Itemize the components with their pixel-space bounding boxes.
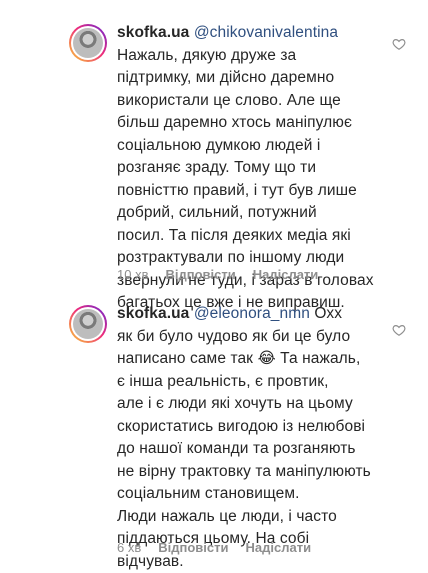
like-heart-icon[interactable] xyxy=(392,323,406,337)
reply-button[interactable]: Відповісти xyxy=(158,540,228,555)
comment-meta: 10 хв Відповісти Надіслати xyxy=(117,267,318,282)
avatar[interactable] xyxy=(69,305,107,343)
avatar-image xyxy=(73,309,103,339)
send-button[interactable]: Надіслати xyxy=(246,540,312,555)
avatar[interactable] xyxy=(69,24,107,62)
comment-text: як би було чудово як би це було написано… xyxy=(117,326,389,573)
send-button[interactable]: Надіслати xyxy=(253,267,319,282)
comment-time: 10 хв xyxy=(117,267,148,282)
like-heart-icon[interactable] xyxy=(392,37,406,51)
reply-button[interactable]: Відповісти xyxy=(165,267,235,282)
comment-body: skofka.ua @eleonora_nmn Охх як би було ч… xyxy=(117,303,389,573)
comment-time: 6 хв xyxy=(117,540,141,555)
comment-username[interactable]: skofka.ua xyxy=(117,24,189,41)
comment-mention[interactable]: @eleonora_nmn xyxy=(194,305,310,322)
comment-meta: 6 хв Відповісти Надіслати xyxy=(117,540,311,555)
comment-username[interactable]: skofka.ua xyxy=(117,305,189,322)
comment-mention[interactable]: @chikovanivalentina xyxy=(194,24,338,41)
avatar-image xyxy=(73,28,103,58)
comment-first-line-rest: Охх xyxy=(314,305,342,322)
